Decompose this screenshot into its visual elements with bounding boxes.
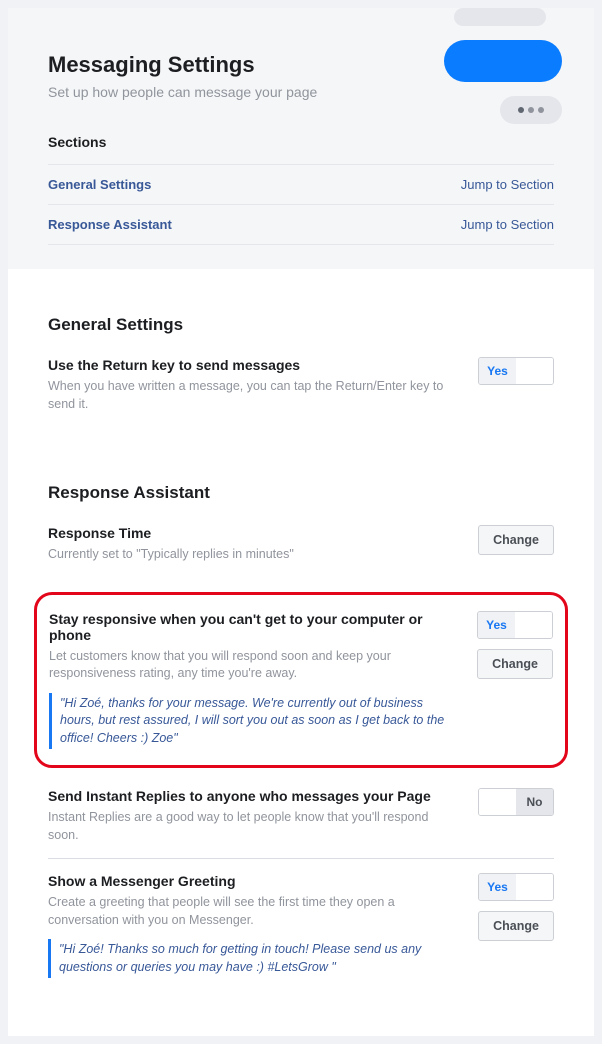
setting-greeting: Show a Messenger Greeting Create a greet… bbox=[48, 873, 554, 992]
section-link-row: General Settings Jump to Section bbox=[48, 164, 554, 204]
toggle-yes[interactable] bbox=[479, 789, 516, 815]
setting-stay-responsive: Stay responsive when you can't get to yo… bbox=[49, 611, 553, 750]
instant-replies-toggle[interactable]: No bbox=[478, 788, 554, 816]
toggle-yes[interactable]: Yes bbox=[479, 874, 516, 900]
bubble-gray bbox=[454, 8, 546, 26]
sections-heading: Sections bbox=[48, 134, 554, 150]
setting-return-key: Use the Return key to send messages When… bbox=[48, 357, 554, 427]
bubble-blue bbox=[444, 40, 562, 82]
decorative-bubbles bbox=[444, 8, 562, 124]
instant-replies-desc: Instant Replies are a good way to let pe… bbox=[48, 809, 462, 844]
stay-responsive-title: Stay responsive when you can't get to yo… bbox=[49, 611, 461, 643]
highlight-stay-responsive: Stay responsive when you can't get to yo… bbox=[34, 592, 568, 769]
toggle-no[interactable] bbox=[516, 874, 553, 900]
toggle-no[interactable] bbox=[515, 612, 552, 638]
typing-indicator-icon bbox=[500, 96, 562, 124]
return-key-desc: When you have written a message, you can… bbox=[48, 378, 462, 413]
section-link-general[interactable]: General Settings bbox=[48, 177, 151, 192]
assistant-heading: Response Assistant bbox=[48, 483, 554, 503]
section-link-assistant[interactable]: Response Assistant bbox=[48, 217, 172, 232]
greeting-quote: "Hi Zoé! Thanks so much for getting in t… bbox=[48, 939, 462, 978]
setting-instant-replies: Send Instant Replies to anyone who messa… bbox=[48, 788, 554, 859]
greeting-desc: Create a greeting that people will see t… bbox=[48, 894, 462, 929]
response-time-desc: Currently set to "Typically replies in m… bbox=[48, 546, 462, 564]
section-link-row: Response Assistant Jump to Section bbox=[48, 204, 554, 245]
stay-responsive-quote: "Hi Zoé, thanks for your message. We're … bbox=[49, 693, 461, 750]
body-card: General Settings Use the Return key to s… bbox=[8, 269, 594, 1036]
stay-responsive-change-button[interactable]: Change bbox=[477, 649, 553, 679]
greeting-change-button[interactable]: Change bbox=[478, 911, 554, 941]
toggle-no[interactable]: No bbox=[516, 789, 553, 815]
toggle-yes[interactable]: Yes bbox=[479, 358, 516, 384]
jump-link-assistant[interactable]: Jump to Section bbox=[461, 217, 554, 232]
stay-responsive-toggle[interactable]: Yes bbox=[477, 611, 553, 639]
general-heading: General Settings bbox=[48, 315, 554, 335]
stay-responsive-desc: Let customers know that you will respond… bbox=[49, 648, 461, 683]
jump-link-general[interactable]: Jump to Section bbox=[461, 177, 554, 192]
setting-response-time: Response Time Currently set to "Typicall… bbox=[48, 525, 554, 578]
greeting-title: Show a Messenger Greeting bbox=[48, 873, 462, 889]
header-card: Messaging Settings Set up how people can… bbox=[8, 8, 594, 269]
response-time-title: Response Time bbox=[48, 525, 462, 541]
response-time-change-button[interactable]: Change bbox=[478, 525, 554, 555]
toggle-yes[interactable]: Yes bbox=[478, 612, 515, 638]
toggle-no[interactable] bbox=[516, 358, 553, 384]
return-key-title: Use the Return key to send messages bbox=[48, 357, 462, 373]
instant-replies-title: Send Instant Replies to anyone who messa… bbox=[48, 788, 462, 804]
greeting-toggle[interactable]: Yes bbox=[478, 873, 554, 901]
return-key-toggle[interactable]: Yes bbox=[478, 357, 554, 385]
